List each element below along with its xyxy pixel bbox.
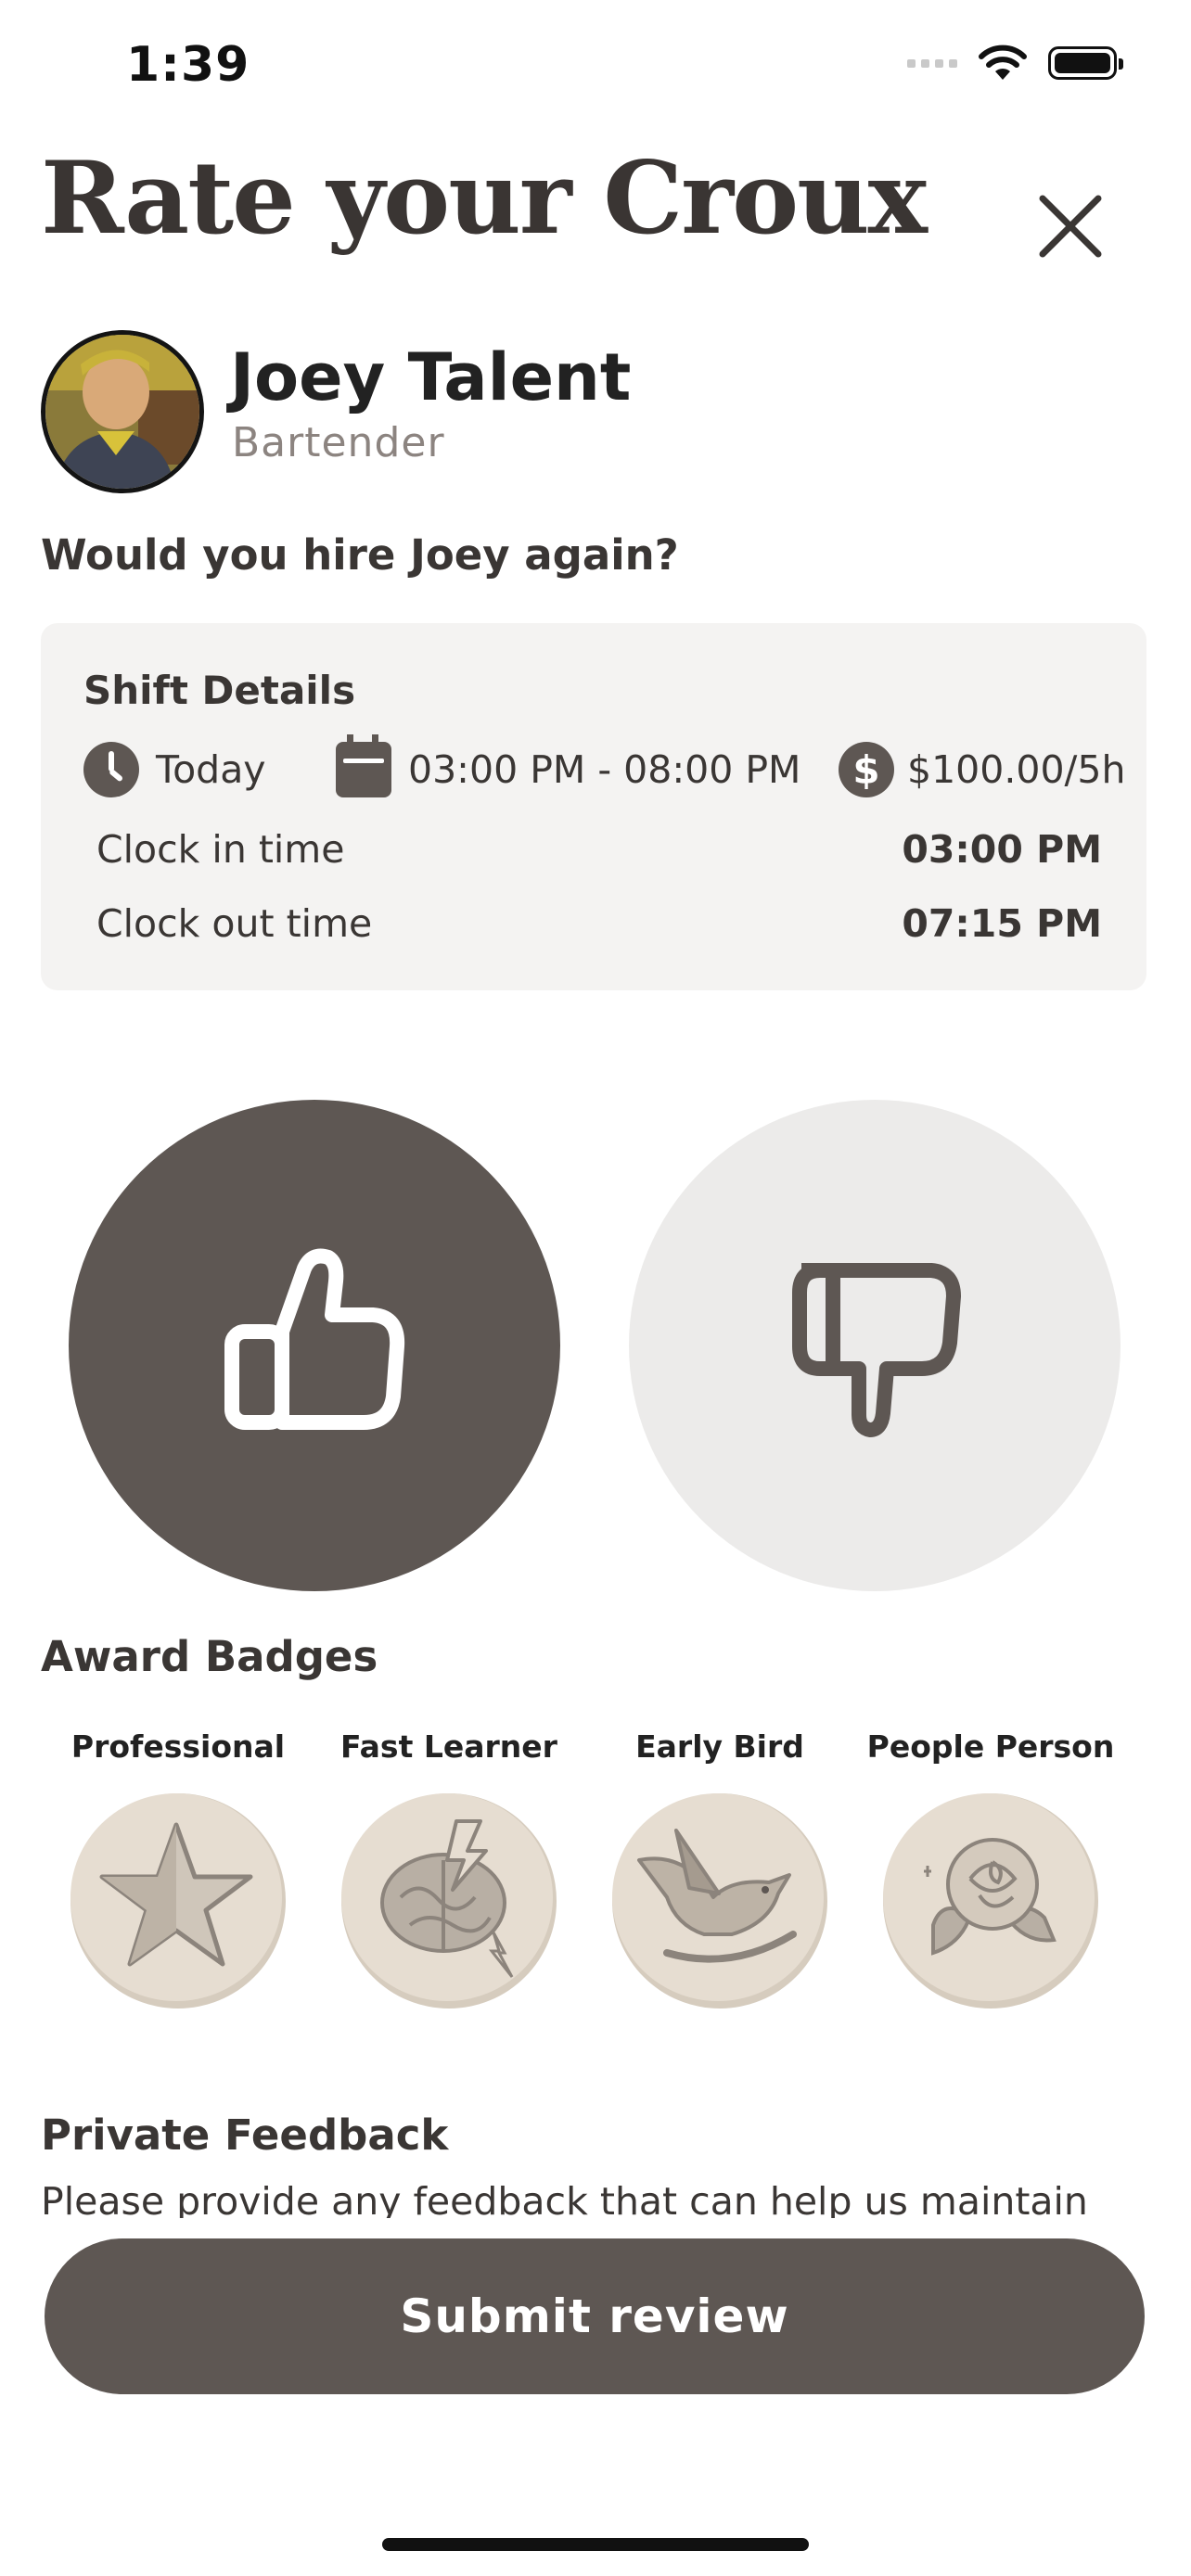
clock-in-label: Clock in time [96, 827, 345, 872]
private-feedback-title: Private Feedback [41, 2111, 449, 2160]
clock-icon [83, 742, 139, 797]
dollar-icon: $ [839, 742, 894, 797]
submit-review-button[interactable]: Submit review [45, 2238, 1145, 2394]
badge-people-person[interactable]: People Person [867, 1728, 1114, 2009]
status-time: 1:39 [126, 37, 250, 93]
page-title: Rate your Croux [41, 140, 928, 257]
badge-professional[interactable]: Professional [58, 1728, 299, 2009]
shift-pay: $ $100.00/5h [839, 742, 1125, 797]
close-icon[interactable] [1033, 189, 1108, 263]
thumbs-up-icon [224, 1248, 405, 1430]
brain-icon [380, 1819, 514, 1978]
calendar-icon [336, 734, 391, 797]
badge-label: Professional [70, 1728, 286, 1765]
wifi-icon [979, 45, 1027, 80]
avatar [41, 330, 204, 493]
badge-label: Early Bird [635, 1728, 804, 1765]
badge-label: Fast Learner [340, 1728, 557, 1765]
cellular-signal-icon [907, 58, 957, 68]
badge-label: People Person [866, 1728, 1115, 1765]
thumbs-down-icon [792, 1263, 961, 1437]
private-feedback-description: Please provide any feedback that can hel… [41, 2179, 1088, 2218]
worker-role: Bartender [232, 419, 445, 466]
status-icons [907, 45, 1123, 82]
award-badges-title: Award Badges [41, 1632, 378, 1681]
badge-early-bird[interactable]: Early Bird [599, 1728, 840, 2009]
badge-fast-learner[interactable]: Fast Learner [328, 1728, 570, 2009]
shift-time-range: 03:00 PM - 08:00 PM [336, 734, 801, 797]
rose-icon [924, 1838, 1057, 1956]
rating-question: Would you hire Joey again? [41, 530, 679, 580]
shift-time-range-value: 03:00 PM - 08:00 PM [408, 747, 801, 792]
shift-date-value: Today [156, 747, 266, 792]
clock-in-value: 03:00 PM [902, 827, 1102, 872]
home-indicator[interactable] [382, 2538, 809, 2551]
shift-details-title: Shift Details [83, 668, 356, 713]
bird-icon [637, 1829, 797, 1963]
thumbs-down-button[interactable] [629, 1100, 1121, 1591]
clock-out-value: 07:15 PM [902, 901, 1102, 946]
thumbs-up-button[interactable] [69, 1100, 560, 1591]
star-icon [99, 1822, 253, 1967]
worker-name: Joey Talent [230, 339, 632, 415]
shift-pay-value: $100.00/5h [907, 747, 1126, 792]
shift-date: Today [83, 742, 266, 797]
clock-out-label: Clock out time [96, 901, 373, 946]
battery-icon [1048, 46, 1123, 80]
